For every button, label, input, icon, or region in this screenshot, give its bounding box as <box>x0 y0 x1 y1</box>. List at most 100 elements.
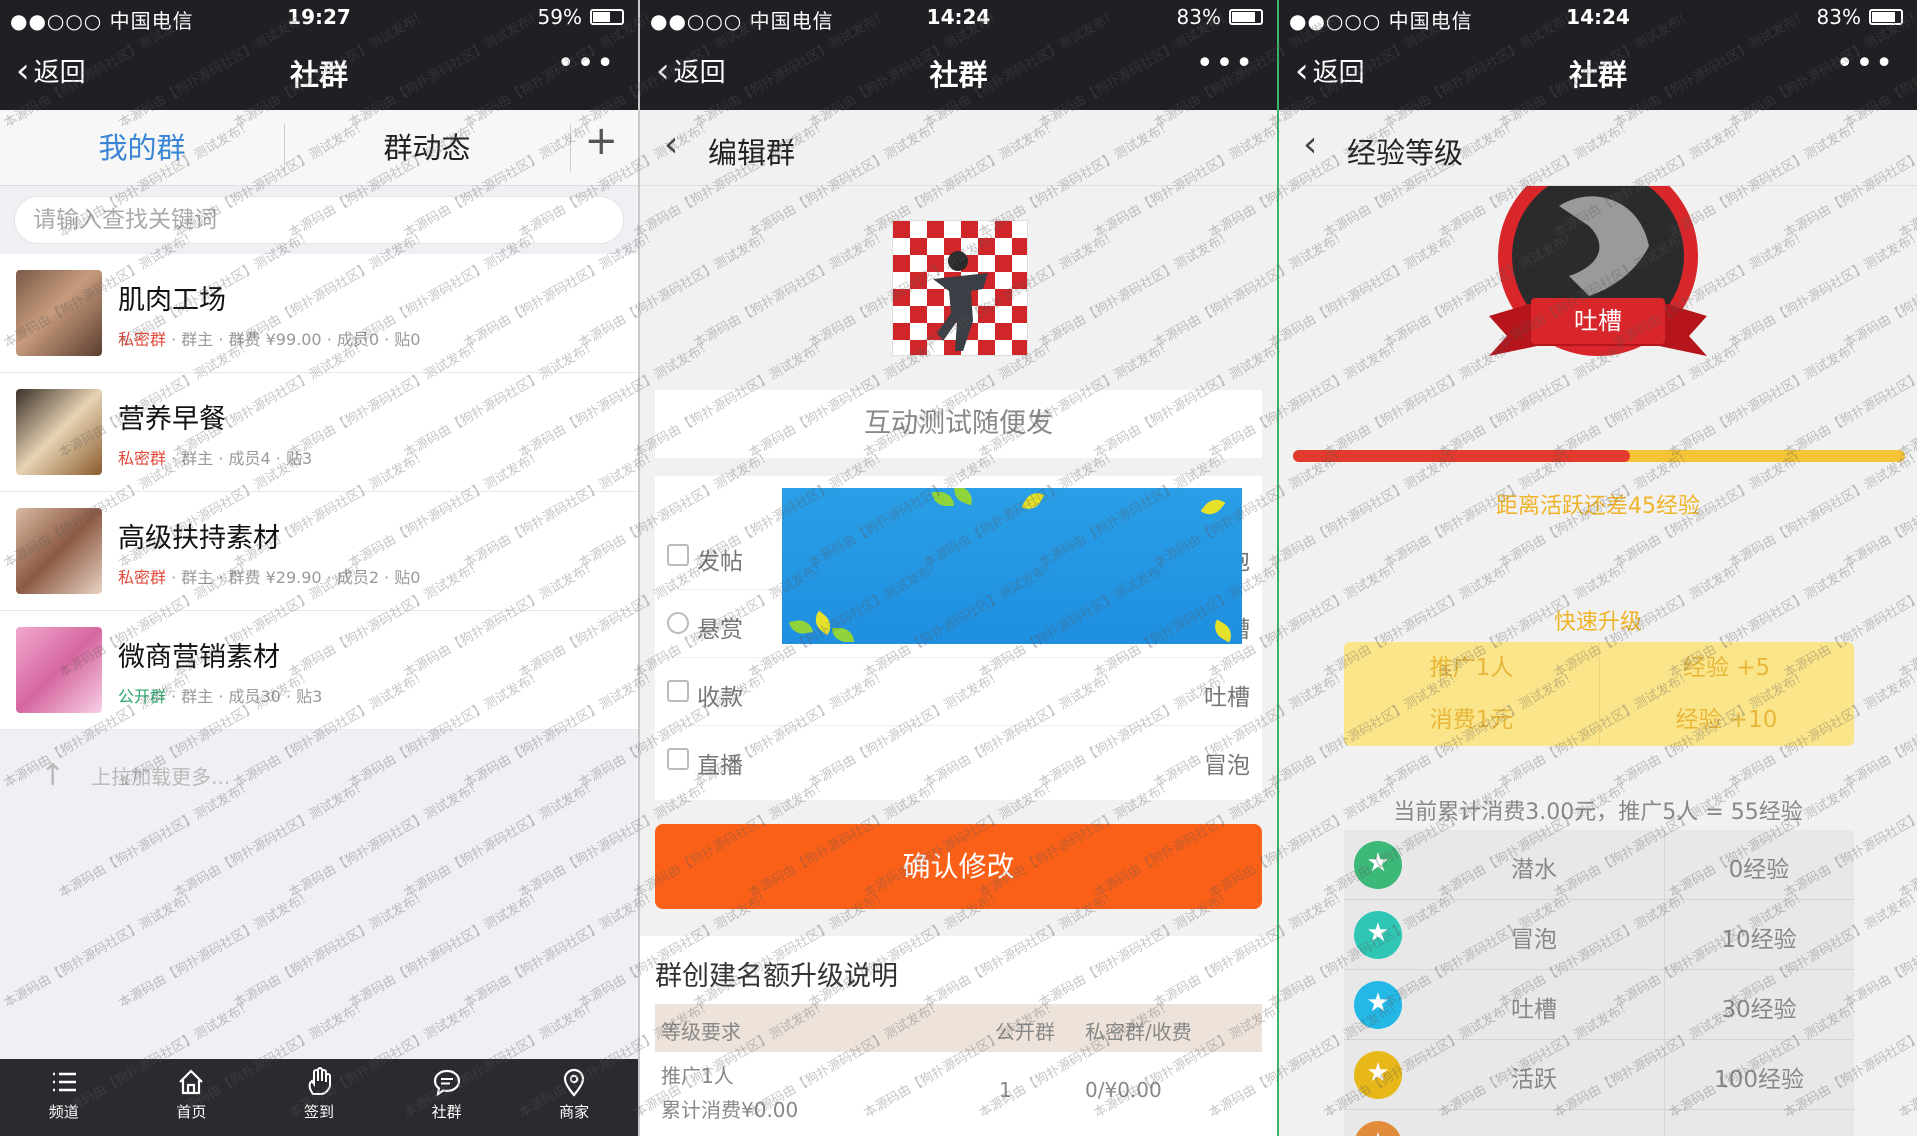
star-icon: ★ <box>1354 841 1402 889</box>
group-type: 私密群 <box>118 330 167 349</box>
group-thumbnail <box>16 270 102 356</box>
group-name: 肌肉工场 <box>118 285 226 316</box>
svg-text:吐槽: 吐槽 <box>1574 307 1622 335</box>
tab-home[interactable]: 首页 <box>128 1059 256 1136</box>
tab-merchant[interactable]: 商家 <box>510 1059 638 1136</box>
group-meta: · 群主 · 群费 ¥29.90 · 成员2 · 贴0 <box>166 568 421 587</box>
page-title: 社群 <box>929 58 988 92</box>
hand-icon <box>308 1067 331 1095</box>
star-icon: ★ <box>1354 981 1402 1029</box>
status-bar: ●●○○○ 中国电信 14:24 83% <box>640 0 1277 34</box>
group-tabs: 我的群 群动态 + <box>0 110 638 186</box>
group-meta: · 群主 · 成员4 · 贴3 <box>166 449 313 468</box>
table-row: ★ 活跃 100经验 <box>1344 1040 1854 1110</box>
quick-upgrade-title: 快速升级 <box>1553 610 1642 635</box>
home-icon <box>179 1069 204 1095</box>
star-icon: ★ <box>1354 1051 1402 1099</box>
receipt-icon <box>667 680 689 702</box>
group-name: 营养早餐 <box>118 404 226 435</box>
star-icon: ★ <box>1354 911 1402 959</box>
screen-edit-group: ●●○○○ 中国电信 14:24 83% ‹ 返回 社群 ••• ‹ 编辑群 互动… <box>640 0 1277 1136</box>
permission-row-payment[interactable]: 收款 吐槽 <box>667 658 1250 726</box>
group-thumbnail <box>16 389 102 475</box>
tab-checkin[interactable]: 签到 <box>255 1059 383 1136</box>
sub-header-title: 编辑群 <box>708 136 796 170</box>
chevron-left-icon[interactable]: ‹ <box>1303 124 1317 165</box>
group-list: 肌肉工场 私密群 · 群主 · 群费 ¥99.00 · 成员0 · 贴0 营养早… <box>0 254 638 730</box>
group-name-field[interactable]: 互动测试随便发 <box>655 390 1262 458</box>
table-row: ★ 潜水 0经验 <box>1344 830 1854 900</box>
more-button[interactable]: ••• <box>557 46 616 81</box>
upgrade-table-header: 等级要求 公开群 私密群/收费 <box>655 1004 1262 1052</box>
heart-icon <box>667 612 689 634</box>
post-icon <box>667 544 689 566</box>
star-icon: ★ <box>1354 1121 1402 1136</box>
group-type: 私密群 <box>118 568 167 587</box>
more-button[interactable]: ••• <box>1196 46 1255 81</box>
status-bar: ●●○○○ 中国电信 14:24 83% <box>1279 0 1917 34</box>
screen-experience-level: ●●○○○ 中国电信 14:24 83% ‹ 返回 社群 ••• ‹ 经验等级 吐… <box>1279 0 1917 1136</box>
sub-header-title: 经验等级 <box>1347 136 1464 170</box>
chevron-left-icon[interactable]: ‹ <box>664 124 678 165</box>
table-row: 推广1人 累计消费¥0.00 1 0/¥0.00 <box>661 1064 1162 1122</box>
load-more[interactable]: ↑ 上拉加载更多... <box>40 758 230 793</box>
confirm-button[interactable]: 确认修改 <box>655 824 1262 909</box>
list-item[interactable]: 微商营销素材 公开群 · 群主 · 成员30 · 贴3 <box>0 611 638 730</box>
battery-percent: 83% <box>1816 5 1861 29</box>
level-badge-image: 吐槽 <box>1489 156 1707 356</box>
experience-summary: 当前累计消费3.00元，推广5人 = 55经验 <box>1393 800 1803 825</box>
list-item[interactable]: 高级扶持素材 私密群 · 群主 · 群费 ¥29.90 · 成员2 · 贴0 <box>0 492 638 611</box>
bottom-tab-bar: 频道 首页 签到 社群 商家 <box>0 1059 638 1136</box>
table-row: ★ 吐槽 30经验 <box>1344 970 1854 1040</box>
arrow-up-icon: ↑ <box>40 758 66 793</box>
level-table: ★ 潜水 0经验 ★ 冒泡 10经验 ★ 吐槽 30经验 ★ 活跃 100经验 … <box>1344 830 1854 1136</box>
quick-upgrade-table: 推广1人 经验 +5 消费1元 经验 +10 <box>1344 642 1854 746</box>
tab-community[interactable]: 社群 <box>383 1059 511 1136</box>
table-row: ★ 冒泡 10经验 <box>1344 900 1854 970</box>
group-thumbnail <box>16 508 102 594</box>
tab-group-activity[interactable]: 群动态 <box>284 110 570 186</box>
level-badge: 吐槽 <box>1469 156 1727 396</box>
screen-my-groups: ●●○○○ 中国电信 19:27 59% ‹ 返回 社群 ••• 我的群 群动态 … <box>0 0 638 1136</box>
status-bar: ●●○○○ 中国电信 19:27 59% <box>0 0 638 34</box>
sub-header: ‹ 经验等级 <box>1279 110 1917 186</box>
tab-channel[interactable]: 频道 <box>0 1059 128 1136</box>
nav-bar: ‹ 返回 社群 ••• <box>640 34 1277 110</box>
nav-bar: ‹ 返回 社群 ••• <box>0 34 638 110</box>
permission-settings: 发帖 冒泡 悬赏 吐槽 收款 吐槽 直播 冒泡 <box>655 476 1262 800</box>
chat-icon <box>433 1069 460 1097</box>
sub-header: ‹ 编辑群 <box>640 110 1277 186</box>
experience-progress-bar <box>1293 450 1905 462</box>
overlay-banner-image <box>782 488 1242 644</box>
battery-icon <box>590 9 624 25</box>
group-meta: · 群主 · 群费 ¥99.00 · 成员0 · 贴0 <box>166 330 421 349</box>
list-item[interactable]: 肌肉工场 私密群 · 群主 · 群费 ¥99.00 · 成员0 · 贴0 <box>0 254 638 373</box>
nav-bar: ‹ 返回 社群 ••• <box>1279 34 1917 110</box>
tab-my-groups[interactable]: 我的群 <box>0 110 284 186</box>
page-title: 社群 <box>1568 58 1627 92</box>
group-avatar-image <box>893 221 1027 355</box>
group-type: 公开群 <box>118 687 167 706</box>
battery-icon <box>1229 9 1263 25</box>
group-type: 私密群 <box>118 449 167 468</box>
battery-percent: 59% <box>537 5 582 29</box>
page-title: 社群 <box>289 58 348 92</box>
group-thumbnail <box>16 627 102 713</box>
group-meta: · 群主 · 成员30 · 贴3 <box>166 687 323 706</box>
search-input[interactable]: 请输入查找关键词 <box>14 196 624 244</box>
location-icon <box>564 1068 585 1097</box>
permission-row-live[interactable]: 直播 冒泡 <box>667 726 1250 794</box>
group-name: 微商营销素材 <box>118 642 280 673</box>
table-row: ★ <box>1344 1110 1854 1136</box>
more-button[interactable]: ••• <box>1836 46 1895 81</box>
list-icon <box>52 1072 76 1092</box>
distance-to-next-level: 距离活跃还差45经验 <box>1496 494 1700 519</box>
group-avatar[interactable] <box>892 220 1028 356</box>
live-icon <box>667 748 689 770</box>
battery-percent: 83% <box>1176 5 1221 29</box>
add-group-button[interactable]: + <box>584 118 618 164</box>
upgrade-info: 群创建名额升级说明 等级要求 公开群 私密群/收费 推广1人 累计消费¥0.00… <box>640 936 1277 1136</box>
list-item[interactable]: 营养早餐 私密群 · 群主 · 成员4 · 贴3 <box>0 373 638 492</box>
battery-icon <box>1869 9 1903 25</box>
group-name: 高级扶持素材 <box>118 523 280 554</box>
